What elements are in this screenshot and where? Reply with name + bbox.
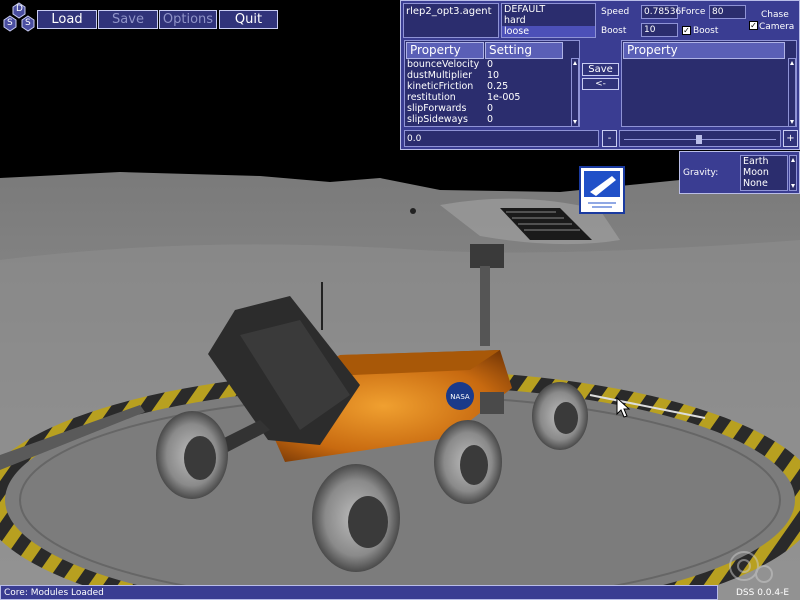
value-field[interactable]: 0.0	[404, 130, 599, 147]
property-name: kineticFriction	[407, 81, 474, 92]
force-field[interactable]: 80	[709, 5, 746, 19]
speed-field[interactable]: 0.78536	[641, 5, 681, 19]
scroll-down-icon[interactable]	[790, 183, 796, 189]
force-label: Force	[681, 7, 706, 17]
rover-wheel	[312, 464, 400, 572]
property-save-button[interactable]: Save	[582, 63, 619, 76]
status-message: Core: Modules Loaded	[4, 588, 104, 598]
property-row[interactable]: restitution 1e-005	[407, 92, 572, 103]
scroll-up-icon[interactable]	[790, 157, 796, 163]
slider-minus-button[interactable]: -	[602, 130, 617, 147]
speed-label: Speed	[601, 7, 630, 17]
property-row[interactable]: kineticFriction 0.25	[407, 81, 572, 92]
options-button[interactable]: Options	[159, 10, 217, 29]
boost-checkbox-label: Boost	[693, 26, 719, 36]
property-value: 10	[487, 70, 500, 81]
property-name: slipSideways	[407, 114, 468, 125]
right-property-list[interactable]: Property	[621, 40, 797, 127]
gravity-label: Gravity:	[683, 168, 719, 178]
boost-checkbox[interactable]: ✓	[682, 26, 691, 35]
property-name: bounceVelocity	[407, 59, 480, 70]
quit-button[interactable]: Quit	[219, 10, 278, 29]
chase-camera-label-line1: Chase	[761, 10, 789, 20]
property-name: dustMultiplier	[407, 70, 473, 81]
property-value: 0	[487, 114, 494, 125]
chase-camera-label-line2: Camera	[759, 22, 795, 32]
property-row[interactable]: bounceVelocity 0	[407, 59, 572, 70]
rover-wheel	[156, 411, 228, 499]
logo-letter-s1: S	[7, 18, 13, 28]
load-button[interactable]: Load	[37, 10, 97, 29]
property-table[interactable]: Property Setting bounceVelocity 0 dustMult…	[404, 40, 580, 127]
property-value: 0.25	[487, 81, 509, 92]
property-name: restitution	[407, 92, 456, 103]
right-list-scrollbar[interactable]	[788, 58, 796, 127]
property-value: 0	[487, 59, 494, 70]
property-value: 0	[487, 103, 494, 114]
gravity-option-earth[interactable]: Earth	[741, 156, 787, 167]
boost-label: Boost	[601, 26, 627, 36]
right-property-column-header[interactable]: Property	[623, 42, 785, 59]
scroll-up-icon[interactable]	[789, 60, 795, 66]
property-row[interactable]: slipForwards 0	[407, 103, 572, 114]
gravity-list[interactable]: Earth Moon None	[740, 155, 788, 191]
preset-list[interactable]: DEFAULT hard loose	[501, 3, 596, 38]
slider-thumb[interactable]	[696, 135, 702, 144]
setting-column-header[interactable]: Setting	[485, 42, 563, 59]
value-field-text: 0.0	[407, 134, 422, 144]
property-row[interactable]: dustMultiplier 10	[407, 70, 572, 81]
scroll-down-icon[interactable]	[572, 119, 578, 125]
preset-item-default[interactable]: DEFAULT	[502, 4, 595, 15]
chase-camera-checkbox[interactable]: ✓	[749, 21, 758, 30]
property-rows: bounceVelocity 0 dustMultiplier 10 kineticFr…	[407, 59, 572, 125]
dss-logo[interactable]: D S S	[2, 2, 36, 32]
status-bar: Core: Modules Loaded	[0, 585, 718, 600]
rover-wheel	[532, 382, 588, 450]
value-slider[interactable]	[619, 130, 781, 147]
preset-item-loose[interactable]: loose	[502, 26, 595, 37]
logo-letter-d: D	[16, 4, 23, 14]
copy-left-button[interactable]: <-	[582, 78, 619, 90]
agent-file-field[interactable]: rlep2_opt3.agent	[403, 3, 499, 38]
svg-text:NASA: NASA	[450, 393, 470, 401]
slider-plus-button[interactable]: +	[783, 130, 798, 147]
gravity-option-none[interactable]: None	[741, 178, 787, 189]
property-column-header[interactable]: Property	[406, 42, 484, 59]
agent-properties-panel: rlep2_opt3.agent DEFAULT hard loose Spee…	[400, 0, 800, 150]
property-table-scrollbar[interactable]	[571, 58, 579, 127]
gravity-list-scrollbar[interactable]	[789, 155, 797, 191]
property-name: slipForwards	[407, 103, 467, 114]
agent-file-name: rlep2_opt3.agent	[406, 6, 492, 17]
property-value: 1e-005	[487, 92, 521, 103]
boost-field[interactable]: 10	[641, 23, 678, 37]
preset-item-hard[interactable]: hard	[502, 15, 595, 26]
gravity-option-moon[interactable]: Moon	[741, 167, 787, 178]
scroll-up-icon[interactable]	[572, 60, 578, 66]
scroll-down-icon[interactable]	[789, 119, 795, 125]
save-button[interactable]: Save	[98, 10, 158, 29]
gravity-panel: Gravity: Earth Moon None	[679, 151, 800, 194]
mission-patch-sign	[579, 166, 625, 214]
logo-letter-s2: S	[25, 18, 31, 28]
property-row[interactable]: slipSideways 0	[407, 114, 572, 125]
rover-wheel	[434, 420, 502, 504]
version-label: DSS 0.0.4-E	[736, 588, 790, 598]
